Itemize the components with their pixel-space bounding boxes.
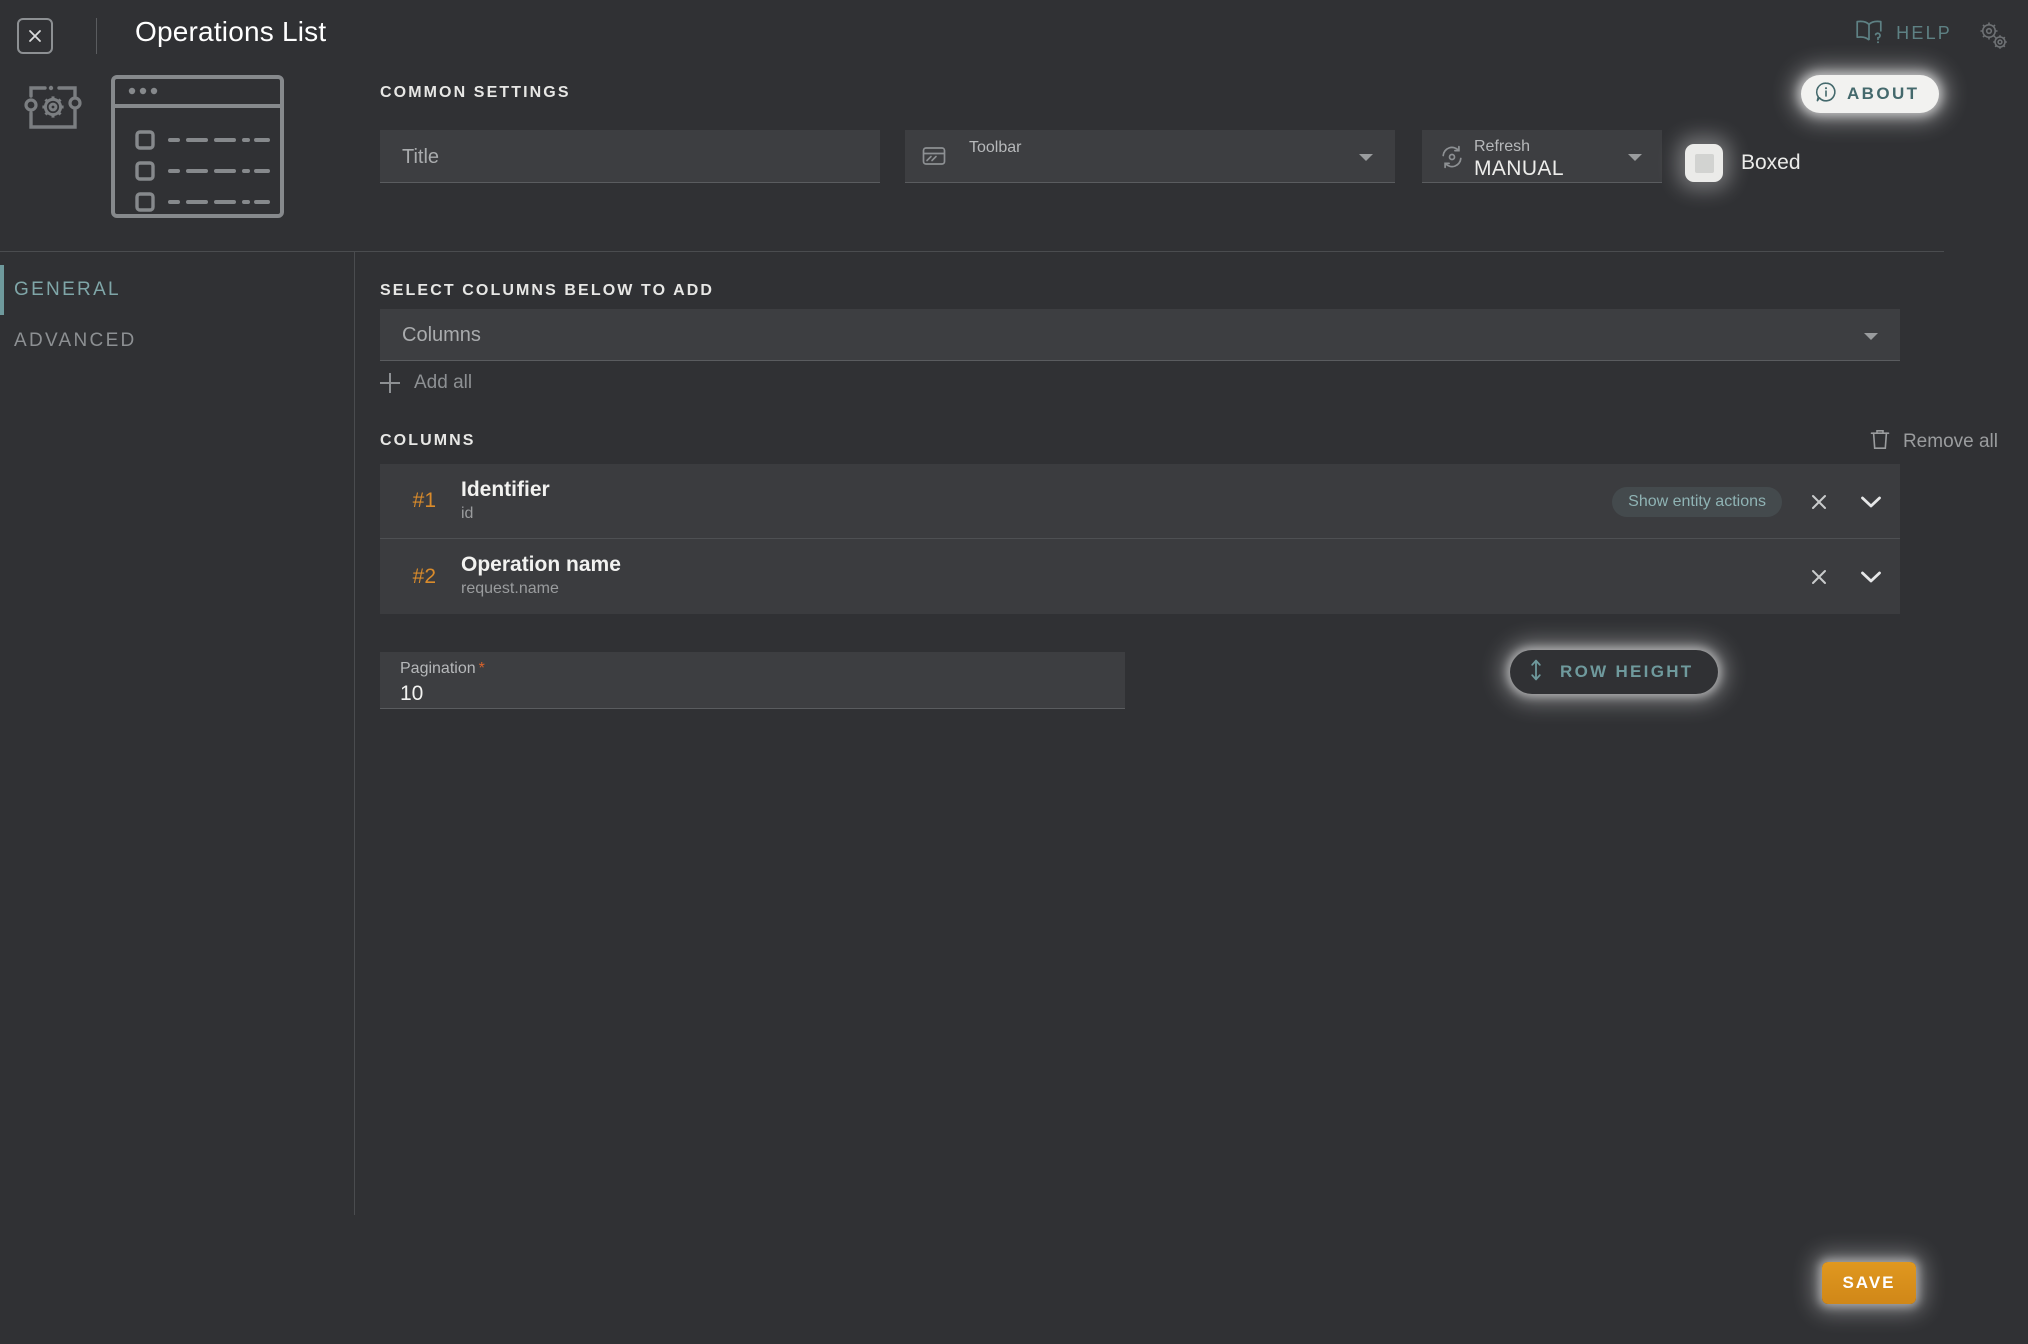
checkbox-box-icon (1685, 144, 1723, 182)
refresh-icon (1439, 144, 1465, 175)
settings-sidebar: GENERAL ADVANCED (0, 252, 355, 1215)
sidebar-item-advanced[interactable]: ADVANCED (0, 316, 354, 366)
columns-select-placeholder: Columns (402, 324, 481, 346)
row-height-label: ROW HEIGHT (1560, 662, 1694, 681)
sidebar-item-general[interactable]: GENERAL (0, 265, 354, 315)
arrows-vertical-icon (1528, 658, 1544, 687)
plus-icon (380, 373, 400, 393)
sidebar-item-general-label: GENERAL (14, 279, 121, 300)
general-settings-panel: SELECT COLUMNS BELOW TO ADD Columns Add … (355, 252, 2028, 1344)
list-window-preview-icon (110, 74, 285, 224)
toolbar-select[interactable]: Toolbar (905, 130, 1395, 183)
refresh-select[interactable]: Refresh MANUAL (1422, 130, 1662, 183)
book-question-icon (1854, 18, 1884, 49)
select-columns-label: SELECT COLUMNS BELOW TO ADD (380, 282, 715, 299)
add-all-label: Add all (414, 372, 473, 393)
info-circle-icon (1815, 81, 1837, 108)
remove-all-label: Remove all (1902, 431, 1998, 452)
toolbar-select-label: Toolbar (969, 139, 1022, 156)
operations-list-dialog: Operations List HELP ABOUT COMMON SETTIN… (0, 0, 2028, 1344)
column-index: #1 (412, 489, 436, 512)
column-index: #2 (412, 564, 436, 588)
row-actions: Show entity actions (1612, 464, 1886, 539)
row-actions (1804, 539, 1886, 614)
remove-all-button[interactable]: Remove all (1869, 428, 1998, 456)
close-icon[interactable] (1804, 562, 1834, 592)
close-icon[interactable] (1804, 487, 1834, 517)
column-subtitle: request.name (461, 580, 559, 598)
chevron-down-icon[interactable] (1856, 487, 1886, 517)
columns-list: #1 Identifier id Show entity actions #2 … (380, 464, 1900, 614)
gears-icon[interactable] (1971, 14, 2015, 58)
dialog-header: Operations List HELP (0, 0, 2028, 72)
chevron-down-icon[interactable] (1856, 562, 1886, 592)
refresh-label: Refresh (1474, 138, 1531, 155)
columns-select[interactable]: Columns (380, 309, 1900, 361)
boxed-checkbox[interactable]: Boxed (1685, 144, 1801, 182)
table-row[interactable]: #1 Identifier id Show entity actions (380, 464, 1900, 539)
help-label: HELP (1896, 23, 1952, 43)
save-button[interactable]: SAVE (1822, 1262, 1916, 1304)
show-entity-actions-chip[interactable]: Show entity actions (1612, 486, 1782, 517)
column-title: Identifier (461, 477, 550, 501)
about-label: ABOUT (1847, 84, 1920, 103)
common-settings-label: COMMON SETTINGS (380, 84, 571, 101)
widget-gear-icon (18, 70, 96, 153)
toolbar-icon (922, 144, 946, 173)
trash-icon (1869, 428, 1891, 456)
active-tab-accent (0, 265, 4, 315)
about-button[interactable]: ABOUT (1801, 75, 1940, 113)
sidebar-item-advanced-label: ADVANCED (14, 330, 137, 351)
pagination-value: 10 (400, 682, 424, 705)
column-title: Operation name (461, 553, 621, 577)
title-field-placeholder: Title (402, 146, 440, 168)
column-subtitle: id (461, 504, 474, 522)
required-marker: * (478, 660, 485, 677)
pagination-field[interactable]: Pagination * 10 (380, 652, 1125, 709)
pagination-label: Pagination * (400, 660, 485, 678)
chevron-down-icon[interactable] (1864, 333, 1878, 340)
page-title: Operations List (135, 16, 327, 47)
row-height-button[interactable]: ROW HEIGHT (1510, 650, 1718, 694)
chevron-down-icon[interactable] (1628, 154, 1642, 161)
header-divider (96, 18, 97, 54)
help-button[interactable]: HELP (1854, 18, 1952, 49)
table-row[interactable]: #2 Operation name request.name (380, 539, 1900, 614)
add-all-button[interactable]: Add all (380, 372, 472, 394)
save-label: SAVE (1842, 1273, 1896, 1292)
title-field[interactable]: Title (380, 130, 880, 183)
pagination-label-text: Pagination (400, 660, 476, 677)
boxed-label: Boxed (1741, 151, 1801, 174)
chevron-down-icon[interactable] (1359, 154, 1373, 161)
inactive-tab-accent (0, 316, 4, 366)
columns-label: COLUMNS (380, 432, 476, 449)
refresh-value: MANUAL (1474, 157, 1564, 180)
close-box-icon[interactable] (17, 18, 53, 54)
